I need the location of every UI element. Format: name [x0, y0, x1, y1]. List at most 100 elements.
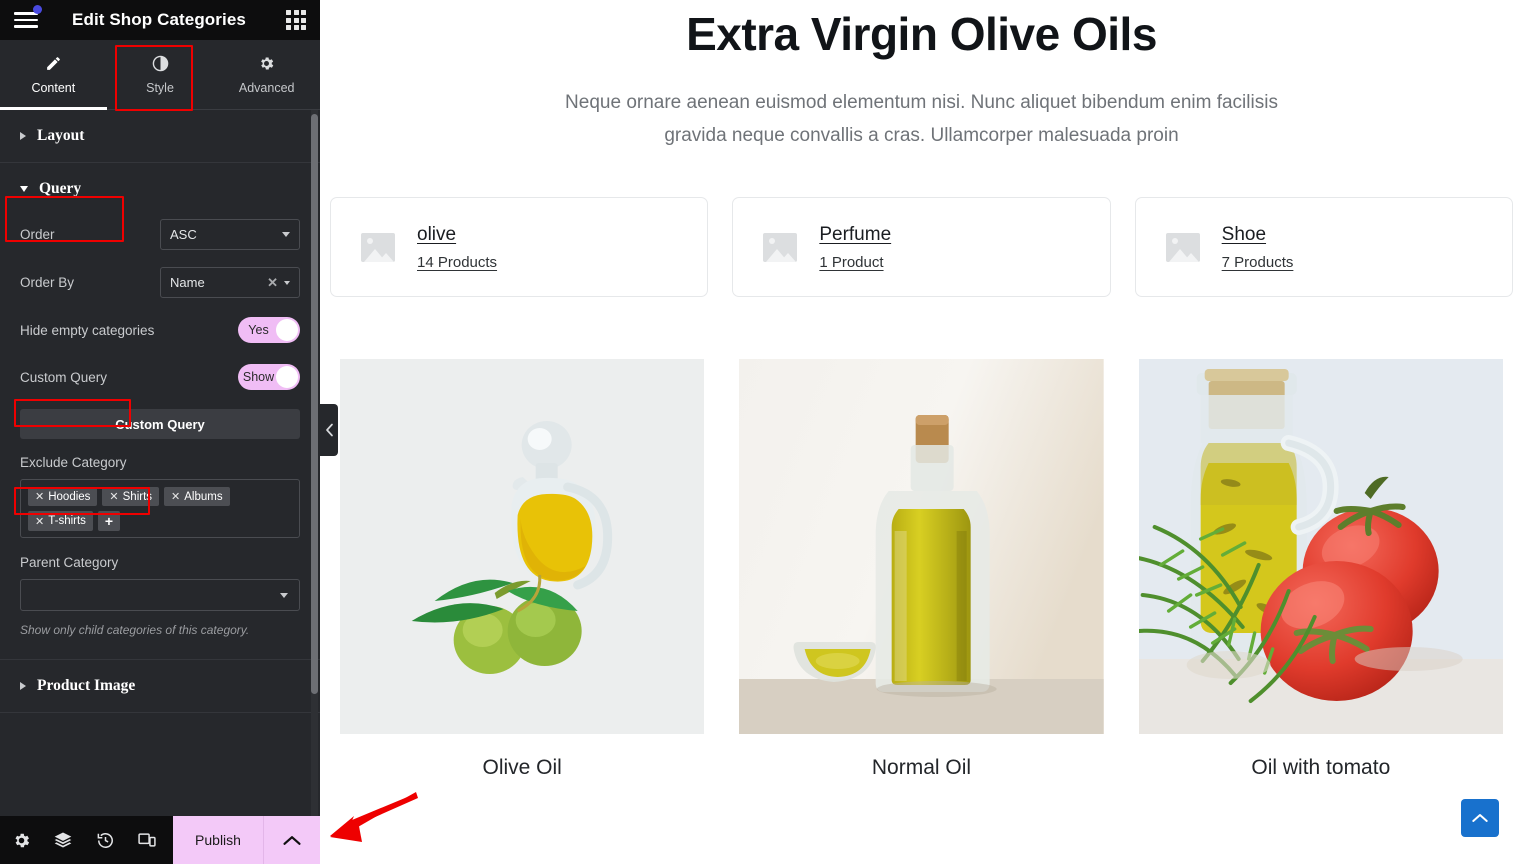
exclude-tag[interactable]: ✕ T-shirts: [28, 511, 93, 531]
custom-query-toggle[interactable]: Show: [238, 364, 300, 390]
exclude-category-label: Exclude Category: [20, 455, 127, 470]
settings-gear-icon[interactable]: [0, 816, 42, 864]
product-cards-row: Olive Oil Normal Oil Oil with tomato: [320, 359, 1523, 780]
hide-empty-label: Hide empty categories: [20, 322, 155, 338]
category-count-link[interactable]: 7 Products: [1222, 254, 1294, 271]
exclude-tag[interactable]: ✕ Albums: [164, 487, 230, 506]
section-layout-title: Layout: [37, 127, 85, 144]
product-title[interactable]: Oil with tomato: [1139, 756, 1503, 780]
remove-tag-icon[interactable]: ✕: [171, 490, 180, 503]
custom-query-label: Custom Query: [20, 369, 108, 385]
page-subtitle: Neque ornare aenean euismod elementum ni…: [565, 91, 1278, 146]
category-count-link[interactable]: 1 Product: [819, 254, 891, 271]
product-image[interactable]: [340, 359, 705, 735]
order-select[interactable]: ASC: [160, 219, 300, 250]
category-count-link[interactable]: 14 Products: [417, 254, 497, 271]
contrast-circle-icon: [152, 55, 169, 72]
exclude-tag-label: Albums: [184, 490, 223, 503]
responsive-mode-icon[interactable]: [126, 816, 168, 864]
page-canvas: Extra Virgin Olive Oils Neque ornare aen…: [320, 0, 1523, 864]
chevron-right-icon: [20, 132, 26, 140]
publish-options-chevron-up-icon[interactable]: [263, 816, 320, 864]
tab-content-label: Content: [31, 80, 76, 95]
section-query-body: Order ASC Order By Name ✕ Hide empty cat…: [0, 215, 320, 659]
chevron-down-icon: [280, 592, 288, 598]
gear-icon: [258, 55, 275, 72]
category-card[interactable]: Shoe 7 Products: [1134, 197, 1513, 298]
exclude-tag-label: T-shirts: [48, 515, 86, 527]
exclude-tag-label: Hoodies: [48, 490, 91, 503]
grid-apps-icon[interactable]: [286, 10, 306, 30]
product-card[interactable]: Olive Oil: [340, 359, 705, 780]
order-by-value: Name: [170, 275, 205, 290]
hide-empty-toggle-value: Yes: [248, 323, 269, 337]
add-exclude-tag-button[interactable]: +: [97, 511, 120, 531]
toggle-knob: [276, 366, 298, 388]
chevron-down-icon: [282, 232, 290, 237]
history-icon[interactable]: [84, 816, 126, 864]
exclude-category-tagbox[interactable]: ✕ Hoodies ✕ Shirts ✕ Albums ✕ T-shirts +: [20, 479, 300, 538]
product-card[interactable]: Normal Oil: [739, 359, 1104, 780]
tab-content[interactable]: Content: [0, 40, 107, 110]
placeholder-image-icon: [763, 232, 798, 262]
placeholder-image-icon: [361, 232, 395, 262]
panel-collapse-handle[interactable]: [320, 404, 338, 456]
exclude-tag[interactable]: ✕ Shirts: [102, 487, 160, 506]
notification-dot: [33, 5, 42, 14]
exclude-tag-label: Shirts: [122, 490, 153, 503]
category-name-link[interactable]: olive: [417, 224, 497, 246]
tab-style-label: Style: [146, 80, 174, 95]
tab-advanced-label: Advanced: [238, 80, 295, 95]
pencil-icon: [45, 55, 62, 72]
category-cards-row: olive 14 Products Perfume 1 Product Shoe…: [320, 197, 1523, 298]
parent-category-select[interactable]: [20, 579, 300, 611]
panel-tabs: Content Style Advanced: [0, 40, 320, 110]
control-custom-query: Custom Query Show: [20, 362, 300, 392]
panel-header: Edit Shop Categories: [0, 0, 320, 40]
chevron-down-icon: [20, 186, 28, 192]
section-query-header[interactable]: Query: [0, 163, 320, 215]
hero-section: Extra Virgin Olive Oils Neque ornare aen…: [320, 0, 1523, 152]
custom-query-button[interactable]: Custom Query: [20, 409, 300, 439]
order-by-label: Order By: [20, 275, 75, 290]
remove-tag-icon[interactable]: ✕: [35, 515, 44, 528]
scroll-to-top-button[interactable]: [1461, 799, 1499, 837]
parent-category-hint: Show only child categories of this categ…: [20, 623, 250, 637]
chevron-right-icon: [20, 681, 26, 690]
section-product-image: Product Image: [0, 659, 320, 713]
publish-button[interactable]: Publish: [173, 816, 263, 864]
hide-empty-toggle[interactable]: Yes: [238, 317, 300, 343]
tab-advanced[interactable]: Advanced: [213, 40, 320, 109]
category-card[interactable]: Perfume 1 Product: [732, 197, 1111, 298]
exclude-tag[interactable]: ✕ Hoodies: [28, 487, 98, 506]
product-image[interactable]: [739, 359, 1104, 735]
remove-tag-icon[interactable]: ✕: [109, 490, 118, 503]
chevron-down-icon: [284, 280, 290, 285]
parent-category-label: Parent Category: [20, 555, 119, 570]
section-layout-header[interactable]: Layout: [0, 110, 320, 162]
product-card[interactable]: Oil with tomato: [1138, 359, 1503, 780]
order-label: Order: [20, 227, 55, 242]
product-title[interactable]: Normal Oil: [739, 756, 1103, 780]
product-image[interactable]: [1138, 359, 1503, 735]
control-order: Order ASC: [20, 219, 300, 250]
layers-navigator-icon[interactable]: [42, 816, 84, 864]
tab-style[interactable]: Style: [107, 40, 214, 109]
remove-tag-icon[interactable]: ✕: [35, 490, 44, 503]
elementor-panel: Edit Shop Categories Content Style Advan…: [0, 0, 320, 864]
section-query-title: Query: [39, 180, 82, 197]
hamburger-menu-icon[interactable]: [14, 11, 38, 29]
section-product-image-header[interactable]: Product Image: [0, 660, 320, 712]
order-by-select[interactable]: Name ✕: [160, 267, 300, 298]
custom-query-toggle-value: Show: [242, 370, 275, 384]
category-name-link[interactable]: Shoe: [1222, 224, 1294, 246]
product-title[interactable]: Olive Oil: [340, 756, 704, 780]
section-query: Query Order ASC Order By Name ✕ Hide emp…: [0, 163, 320, 660]
placeholder-image-icon: [1165, 232, 1200, 262]
category-card[interactable]: olive 14 Products: [330, 197, 709, 298]
section-product-image-title: Product Image: [37, 676, 136, 694]
clear-icon[interactable]: ✕: [267, 275, 278, 291]
panel-scrollbar-thumb[interactable]: [311, 114, 318, 694]
control-order-by: Order By Name ✕: [20, 267, 300, 298]
category-name-link[interactable]: Perfume: [819, 224, 891, 246]
